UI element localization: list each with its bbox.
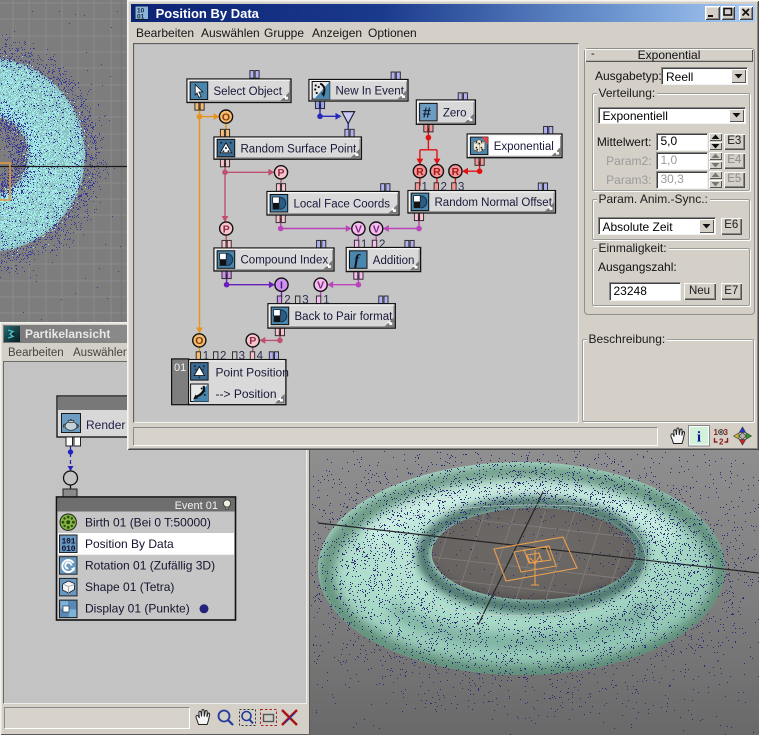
- svg-text:Birth 01 (Bei 0 T:50000): Birth 01 (Bei 0 T:50000): [85, 516, 211, 530]
- svg-text:New In Event: New In Event: [336, 86, 405, 98]
- svg-text:3: 3: [724, 428, 729, 437]
- svg-text:P: P: [223, 223, 230, 235]
- svg-text:P: P: [277, 167, 284, 179]
- svg-text:Zero: Zero: [443, 107, 467, 119]
- svg-text:O: O: [222, 111, 230, 123]
- svg-text:--> Position: --> Position: [216, 387, 277, 401]
- svg-text:010: 010: [62, 545, 76, 554]
- svg-text:Random Surface Point: Random Surface Point: [241, 143, 358, 155]
- svg-text:Back to Pair format: Back to Pair format: [295, 311, 394, 323]
- svg-text:01: 01: [137, 14, 145, 20]
- svg-text:Select Object: Select Object: [214, 86, 283, 98]
- svg-text:Addition: Addition: [373, 255, 415, 267]
- svg-text:Shape 01 (Tetra): Shape 01 (Tetra): [85, 580, 174, 594]
- svg-text:Random Normal Offset: Random Normal Offset: [435, 197, 553, 209]
- svg-text:Local Face Coords: Local Face Coords: [294, 198, 391, 210]
- svg-text:Position By Data: Position By Data: [85, 537, 174, 551]
- svg-text:V: V: [317, 280, 324, 292]
- svg-text:I: I: [280, 280, 283, 292]
- svg-text:R: R: [433, 166, 441, 178]
- svg-text:P: P: [249, 335, 256, 347]
- svg-text:1: 1: [714, 428, 719, 437]
- svg-text:2: 2: [719, 438, 724, 447]
- svg-text:i: i: [697, 430, 701, 446]
- svg-text:O: O: [195, 335, 203, 347]
- svg-text:Exponential: Exponential: [494, 141, 554, 153]
- svg-text:V: V: [373, 223, 380, 235]
- svg-text:R: R: [452, 166, 460, 178]
- svg-text:V: V: [355, 223, 362, 235]
- svg-text:Compound Index: Compound Index: [241, 255, 329, 267]
- svg-text:01: 01: [174, 362, 186, 374]
- svg-text:Point Position: Point Position: [216, 366, 289, 380]
- svg-text:Event 01: Event 01: [175, 500, 218, 512]
- svg-text:R: R: [416, 166, 424, 178]
- svg-text:Display 01 (Punkte): Display 01 (Punkte): [85, 602, 190, 616]
- svg-text:Rotation 01 (Zufällig 3D): Rotation 01 (Zufällig 3D): [85, 559, 215, 573]
